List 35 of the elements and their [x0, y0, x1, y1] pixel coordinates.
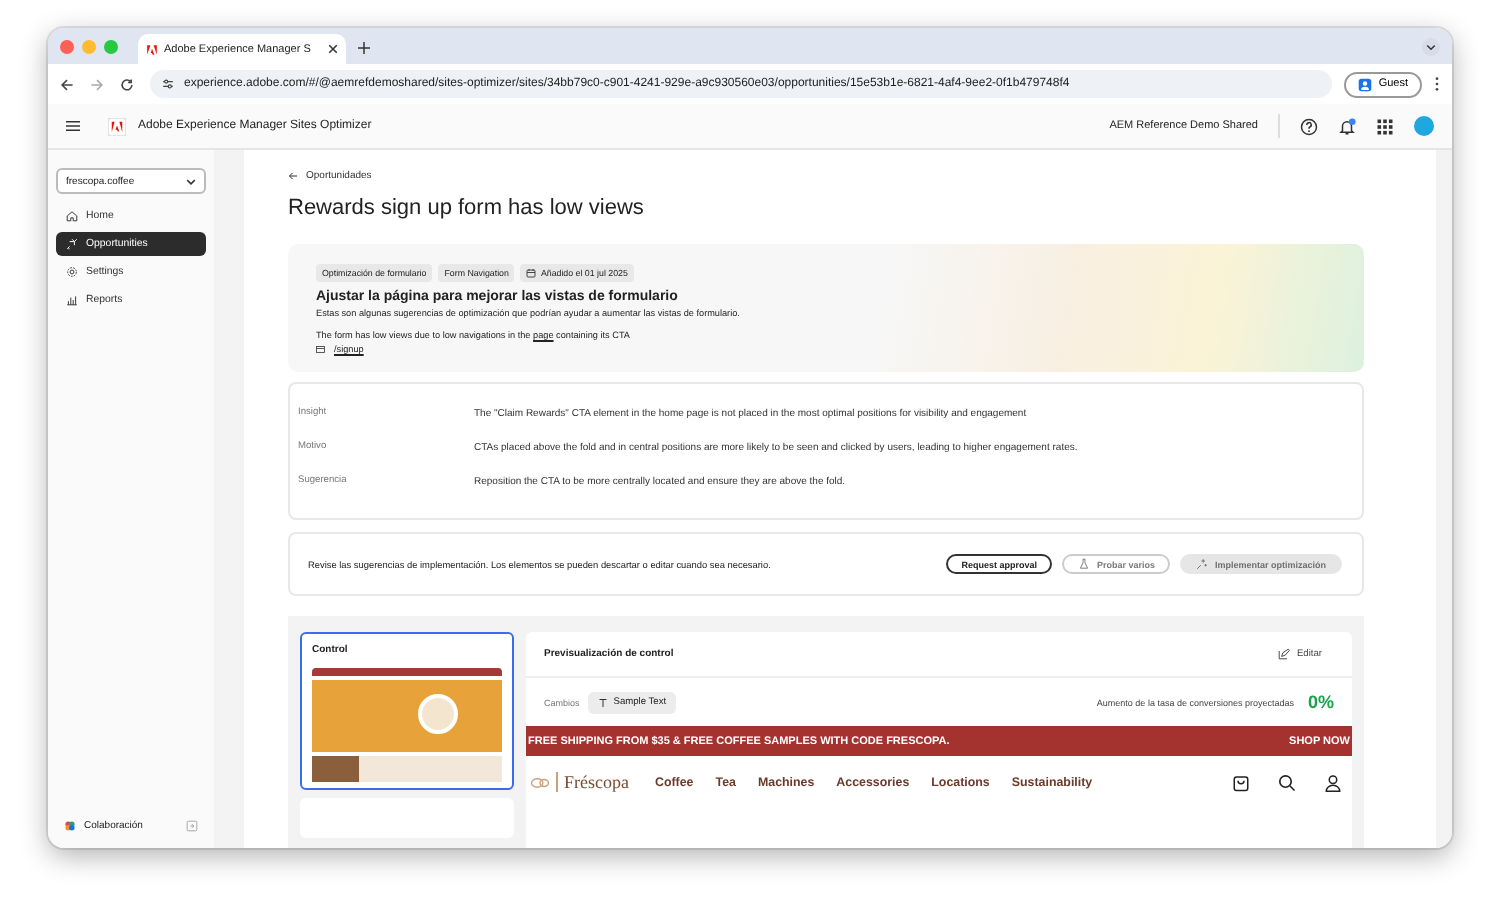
close-icon[interactable]: [328, 44, 338, 54]
reload-icon[interactable]: [120, 77, 134, 91]
adobe-logo-icon: [146, 43, 158, 55]
sparkle-icon: [66, 238, 78, 250]
user-icon[interactable]: [1324, 773, 1342, 791]
gear-icon: [66, 266, 78, 278]
new-tab-icon[interactable]: [358, 42, 370, 54]
menu-icon[interactable]: [66, 120, 80, 132]
webpage-icon: [316, 345, 326, 353]
page-title: Rewards sign up form has low views: [288, 196, 646, 220]
flask-icon: [1078, 558, 1091, 570]
more-options-icon[interactable]: [1434, 76, 1440, 92]
shopping-bag-icon[interactable]: [1232, 773, 1250, 791]
coffee-bean-logo-icon: [530, 775, 550, 789]
site-settings-icon[interactable]: [162, 78, 174, 90]
user-avatar[interactable]: [1414, 116, 1434, 136]
apps-grid-icon[interactable]: [1376, 117, 1394, 135]
notifications-icon[interactable]: [1338, 117, 1356, 135]
person-icon: [1358, 77, 1373, 91]
back-arrow-icon[interactable]: [60, 77, 74, 91]
chevron-down-icon: [186, 177, 196, 185]
collaboration-icon: [64, 820, 76, 832]
search-icon[interactable]: [1278, 773, 1296, 791]
help-icon[interactable]: [1300, 117, 1318, 135]
calendar-icon: [526, 268, 537, 278]
metric-value: 0%: [1307, 692, 1334, 712]
sparkle-icon: [1196, 558, 1209, 570]
chart-icon: [66, 294, 78, 306]
site-logo[interactable]: Fréscopa: [564, 772, 629, 792]
edit-icon: [1278, 648, 1291, 660]
home-icon: [66, 210, 78, 222]
adobe-logo-icon: [108, 117, 126, 135]
text-icon: [597, 697, 608, 707]
dropdown-icon[interactable]: [1422, 37, 1440, 55]
back-arrow-icon: [288, 172, 298, 180]
